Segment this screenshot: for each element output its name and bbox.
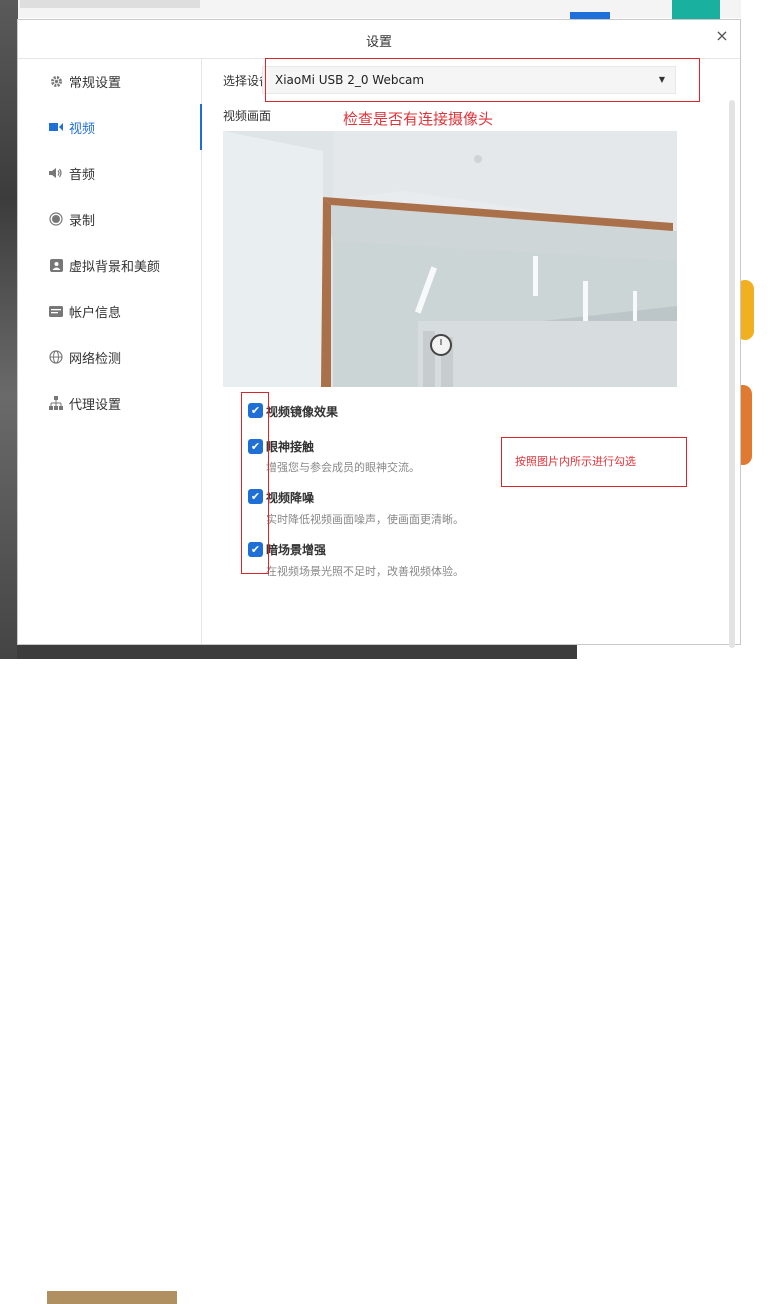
close-icon[interactable]: × — [712, 26, 732, 46]
background-text — [20, 0, 200, 8]
background-window-top — [0, 0, 771, 18]
dialog-titlebar: 设置 × — [18, 20, 740, 59]
speaker-icon — [49, 166, 63, 180]
record-icon — [49, 212, 63, 226]
video-settings-panel: 选择设备 XiaoMi USB 2_0 Webcam ▼ 视频画面 检查是否有连… — [202, 58, 740, 648]
scrollbar[interactable] — [729, 100, 735, 648]
background-bottom-image — [47, 1291, 177, 1304]
annotation-box-checkboxes — [241, 392, 269, 574]
annotation-box-device — [265, 58, 700, 102]
option-low-light-desc: 在视频场景光照不足时，改善视频体验。 — [266, 565, 464, 578]
id-card-icon — [49, 304, 63, 318]
globe-icon — [49, 350, 63, 364]
background-bottom-strip — [17, 645, 577, 1304]
option-mirror-title: 视频镜像效果 — [266, 405, 339, 419]
sidebar-item-general[interactable]: 常规设置 — [18, 58, 201, 104]
option-denoise-desc: 实时降低视频画面噪声，使画面更清晰。 — [266, 513, 464, 526]
option-low-light-title: 暗场景增强 — [266, 543, 327, 557]
sidebar-item-label: 音频 — [69, 167, 96, 183]
settings-sidebar: 常规设置 视频 音频 录制 虚拟背景和美颜 帐户信息 网络检测 代理设置 — [18, 58, 202, 644]
sidebar-item-label: 帐户信息 — [69, 305, 122, 321]
sidebar-item-label: 常规设置 — [69, 75, 122, 91]
sidebar-item-network-test[interactable]: 网络检测 — [18, 334, 201, 380]
option-eye-contact-desc: 增强您与参会成员的眼神交流。 — [266, 461, 420, 474]
portrait-icon — [49, 258, 63, 272]
preview-label: 视频画面 — [223, 109, 272, 123]
background-left-strip — [0, 0, 18, 659]
gear-icon — [49, 74, 63, 88]
sidebar-item-label: 视频 — [69, 121, 96, 137]
option-eye-contact-title: 眼神接触 — [266, 440, 315, 454]
video-camera-icon — [49, 120, 63, 134]
sidebar-item-label: 网络检测 — [69, 351, 122, 367]
dialog-title: 设置 — [365, 35, 392, 50]
sidebar-item-label: 虚拟背景和美颜 — [69, 259, 161, 275]
option-denoise-title: 视频降噪 — [266, 491, 315, 505]
sidebar-item-video[interactable]: 视频 — [18, 104, 202, 150]
camera-preview — [223, 131, 677, 387]
sidebar-item-proxy[interactable]: 代理设置 — [18, 380, 201, 426]
sidebar-item-label: 录制 — [69, 213, 96, 229]
sidebar-item-audio[interactable]: 音频 — [18, 150, 201, 196]
sidebar-item-label: 代理设置 — [69, 397, 122, 413]
annotation-checkbox-note: 按照图片内所示进行勾选 — [515, 455, 636, 468]
sidebar-item-account[interactable]: 帐户信息 — [18, 288, 201, 334]
sidebar-item-virtual-background[interactable]: 虚拟背景和美颜 — [18, 242, 201, 288]
annotation-camera-note: 检查是否有连接摄像头 — [343, 110, 494, 128]
network-icon — [49, 396, 63, 410]
settings-dialog: 设置 × 常规设置 视频 音频 录制 虚拟背景和美颜 帐户信息 网络检测 代理设… — [17, 19, 741, 648]
sidebar-item-record[interactable]: 录制 — [18, 196, 201, 242]
